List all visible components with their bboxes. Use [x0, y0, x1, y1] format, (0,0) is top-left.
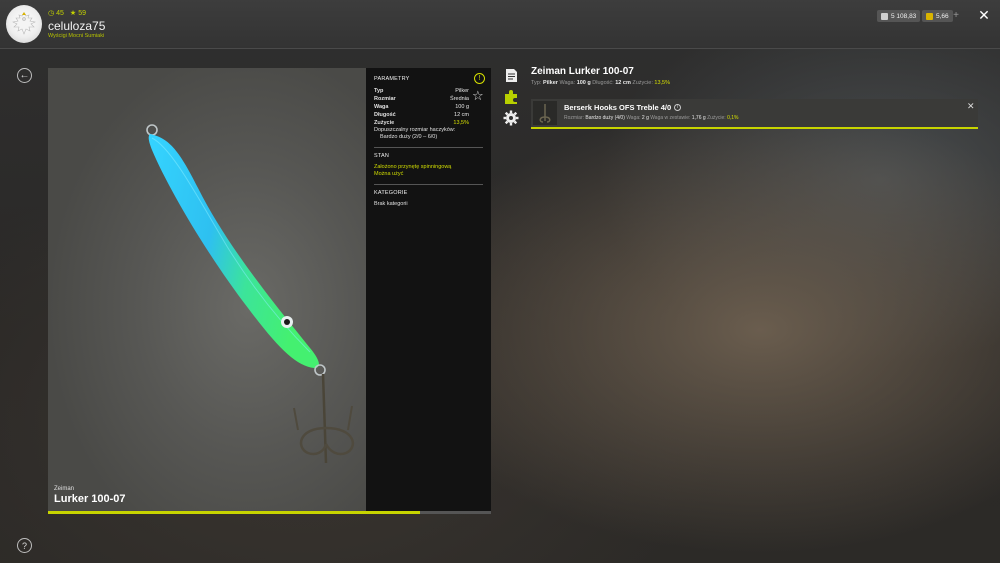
param-row: Typ Pilker — [374, 87, 483, 95]
gold-value: 5,66 — [936, 12, 949, 20]
summary-weight-label: Waga: — [559, 80, 576, 86]
param-label: Zużycie — [374, 120, 395, 126]
state-title: STAN — [374, 153, 390, 159]
comp-wear-value: 0,1% — [727, 115, 739, 121]
component-name-text: Berserk Hooks OFS Treble 4/0 — [564, 103, 672, 112]
summary-length-label: Długość: — [592, 80, 614, 86]
summary-type-label: Typ: — [531, 80, 542, 86]
hook-size-value: Bardzo duży (2/0 – 6/0) — [380, 134, 438, 140]
param-label: Długość — [374, 112, 396, 118]
silver-coin-icon — [881, 12, 888, 20]
avatar[interactable] — [6, 5, 42, 43]
gold-coin-icon — [926, 12, 933, 20]
params-list: Typ Pilker Rozmiar Średnia Waga 100 g Długość 1… — [374, 87, 483, 127]
item-name: Lurker 100-07 — [54, 493, 126, 505]
hook-size-label: Dopuszczalny rozmiar haczyków: — [374, 127, 456, 133]
top-bar: ◷ 45 ★ 59 celuloza75 Wyścigi Mocni Sumia… — [0, 0, 1000, 49]
username[interactable]: celuloza75 — [48, 19, 105, 33]
state-item: Można użyć — [374, 171, 404, 177]
param-value: 12 cm — [454, 112, 469, 118]
params-title: PARAMETRY — [374, 76, 410, 82]
silver-balance[interactable]: 5 108,83 — [877, 10, 921, 22]
help-icon[interactable]: ? — [17, 538, 32, 553]
gold-balance[interactable]: 5,66 — [922, 10, 953, 22]
summary-wear-label: Zużycie: — [632, 80, 653, 86]
category-item: Brak kategorii — [374, 201, 408, 207]
summary-wear-value: 13,5% — [654, 80, 670, 86]
comp-set-weight-label: Waga w zestawie: — [650, 115, 691, 121]
item-full-title: Zeiman Lurker 100-07 — [531, 66, 634, 77]
component-specs: Rozmiar: Bardzo duży (4/0) Waga: 2 g Wag… — [564, 115, 738, 121]
param-value: Średnia — [450, 96, 469, 102]
hook-thumbnail — [533, 101, 557, 125]
param-row: Zużycie 13,5% — [374, 119, 483, 127]
summary-type-value: Pilker — [542, 80, 558, 86]
star-icon: ★ — [69, 10, 77, 17]
info-icon[interactable]: ! — [474, 73, 485, 84]
item-summary: Typ: Pilker Waga: 100 g Długość: 12 cm Z… — [531, 80, 670, 86]
level-value: 45 — [56, 9, 64, 17]
state-item: Założono przynętę spinningową — [374, 164, 452, 170]
back-arrow-icon[interactable]: ← — [17, 68, 32, 83]
component-card[interactable]: Berserk Hooks OFS Treble 4/0 i Rozmiar: … — [531, 99, 978, 127]
item-info-panel: PARAMETRY Typ Pilker Rozmiar Średnia Waga 100… — [366, 68, 491, 511]
summary-length-value: 12 cm — [615, 80, 631, 86]
category-title: KATEGORIE — [374, 190, 408, 196]
divider — [374, 184, 483, 185]
lure-image — [146, 124, 355, 464]
eagle-emblem-icon — [12, 12, 36, 35]
component-info-icon[interactable]: i — [674, 104, 682, 111]
comp-size-label: Rozmiar: — [564, 115, 585, 121]
close-button[interactable]: ✕ — [977, 8, 991, 22]
clock-icon: ◷ — [48, 10, 55, 17]
add-currency-button[interactable]: + — [950, 10, 962, 22]
param-value: Pilker — [455, 88, 469, 94]
component-name: Berserk Hooks OFS Treble 4/0 i — [564, 103, 682, 112]
comp-size-value: Bardzo duży (4/0) — [585, 115, 625, 121]
component-wear-bar — [531, 127, 978, 129]
description-icon[interactable] — [503, 67, 519, 83]
param-value: 100 g — [455, 104, 469, 110]
comp-weight-label: Waga: — [626, 115, 641, 121]
param-row: Długość 12 cm — [374, 111, 483, 119]
category-list: Brak kategorii — [374, 201, 483, 208]
comp-set-weight-value: 1,76 g — [691, 115, 706, 121]
param-value: 13,5% — [453, 120, 469, 126]
wear-progress-bar — [48, 511, 491, 514]
state-list: Założono przynętę spinningową Można użyć — [374, 164, 483, 178]
settings-gear-icon[interactable] — [503, 110, 519, 126]
divider — [374, 147, 483, 148]
player-stats: ◷ 45 ★ 59 — [48, 9, 86, 18]
item-3d-viewer[interactable]: Zeiman Lurker 100-07 — [48, 68, 366, 511]
silver-value: 5 108,83 — [891, 12, 917, 20]
param-row: Waga 100 g — [374, 103, 483, 111]
remove-component-button[interactable]: ✕ — [967, 101, 975, 112]
level-stat: ◷ 45 — [48, 9, 64, 18]
comp-weight-value: 2 g — [641, 115, 649, 121]
favorite-star-icon[interactable]: ☆ — [472, 89, 486, 103]
param-label: Typ — [374, 88, 384, 94]
comp-wear-label: Zużycie: — [707, 115, 726, 121]
wear-progress-fill — [48, 511, 421, 514]
param-label: Waga — [374, 104, 389, 110]
param-row: Rozmiar Średnia — [374, 95, 483, 103]
summary-weight-value: 100 g — [576, 80, 591, 86]
param-label: Rozmiar — [374, 96, 396, 102]
rank-stat: ★ 59 — [69, 9, 86, 18]
rank-value: 59 — [78, 9, 86, 17]
puzzle-components-icon[interactable] — [503, 89, 519, 105]
item-brand: Zeiman — [54, 486, 75, 492]
player-subtitle: Wyścigi Mocni Sumiaki — [48, 33, 105, 39]
